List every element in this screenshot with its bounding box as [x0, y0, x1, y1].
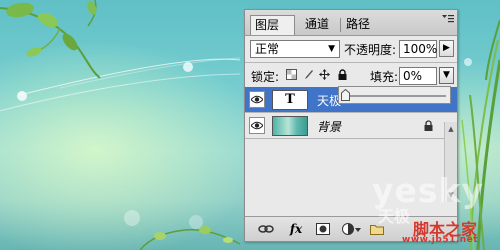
lock-label: 锁定: — [251, 70, 280, 84]
tab-paths[interactable]: 路径 — [342, 15, 380, 34]
fill-slider-button[interactable]: ▼ — [439, 67, 454, 84]
panel-tab-bar: 图层× 通道 路径 — [245, 10, 457, 51]
tab-channels-label: 通道 — [305, 17, 330, 31]
divider — [245, 62, 457, 63]
fill-input[interactable]: 0% — [399, 67, 437, 85]
watermark-brand-cn: 天极 — [378, 207, 411, 226]
text-layer-thumbnail: T — [272, 90, 308, 110]
watermark-url: www.jb51.net — [402, 235, 479, 245]
scroll-up-icon[interactable]: ▲ — [446, 124, 456, 134]
blend-mode-select[interactable]: 正常 ▼ — [250, 40, 340, 58]
opacity-label: 不透明度: — [344, 43, 397, 57]
lock-all-icon[interactable] — [337, 69, 348, 80]
tab-separator — [340, 18, 341, 32]
link-icon[interactable] — [257, 221, 275, 237]
fill-label: 填充: — [370, 70, 399, 84]
adjustment-icon[interactable] — [341, 221, 363, 237]
opacity-input[interactable]: 100% — [399, 40, 437, 58]
opacity-slider-button[interactable]: ▶ — [439, 40, 454, 57]
tab-layers-label: 图层 — [255, 18, 280, 32]
tab-layers[interactable]: 图层× — [250, 15, 295, 51]
lock-fill-row: 锁定: 填充: 0% ▼ — [245, 64, 457, 88]
fill-slider-popup[interactable] — [338, 86, 451, 104]
background-layer-thumbnail — [272, 116, 308, 136]
blend-mode-value: 正常 — [255, 42, 280, 56]
layer-row-background[interactable]: 背景 — [245, 113, 457, 139]
panel-menu-icon[interactable] — [442, 14, 454, 24]
slider-track[interactable] — [346, 95, 446, 97]
tab-paths-label: 路径 — [346, 17, 371, 31]
slider-knob-icon[interactable] — [341, 88, 350, 101]
mask-icon[interactable] — [315, 221, 331, 237]
lock-transparency-icon[interactable] — [286, 69, 297, 80]
visibility-eye-icon[interactable] — [249, 117, 265, 134]
layer-lock-icon — [424, 120, 433, 134]
lock-position-move-icon[interactable] — [319, 69, 330, 80]
tab-channels[interactable]: 通道 — [301, 15, 339, 34]
blend-opacity-row: 正常 ▼ 不透明度: 100% ▶ — [245, 37, 457, 61]
layer-name[interactable]: 背景 — [317, 118, 341, 135]
chevron-down-icon: ▼ — [328, 44, 335, 54]
lock-pixels-brush-icon[interactable] — [303, 69, 314, 80]
visibility-eye-icon[interactable] — [249, 91, 265, 108]
fx-icon[interactable]: fx — [285, 221, 307, 237]
